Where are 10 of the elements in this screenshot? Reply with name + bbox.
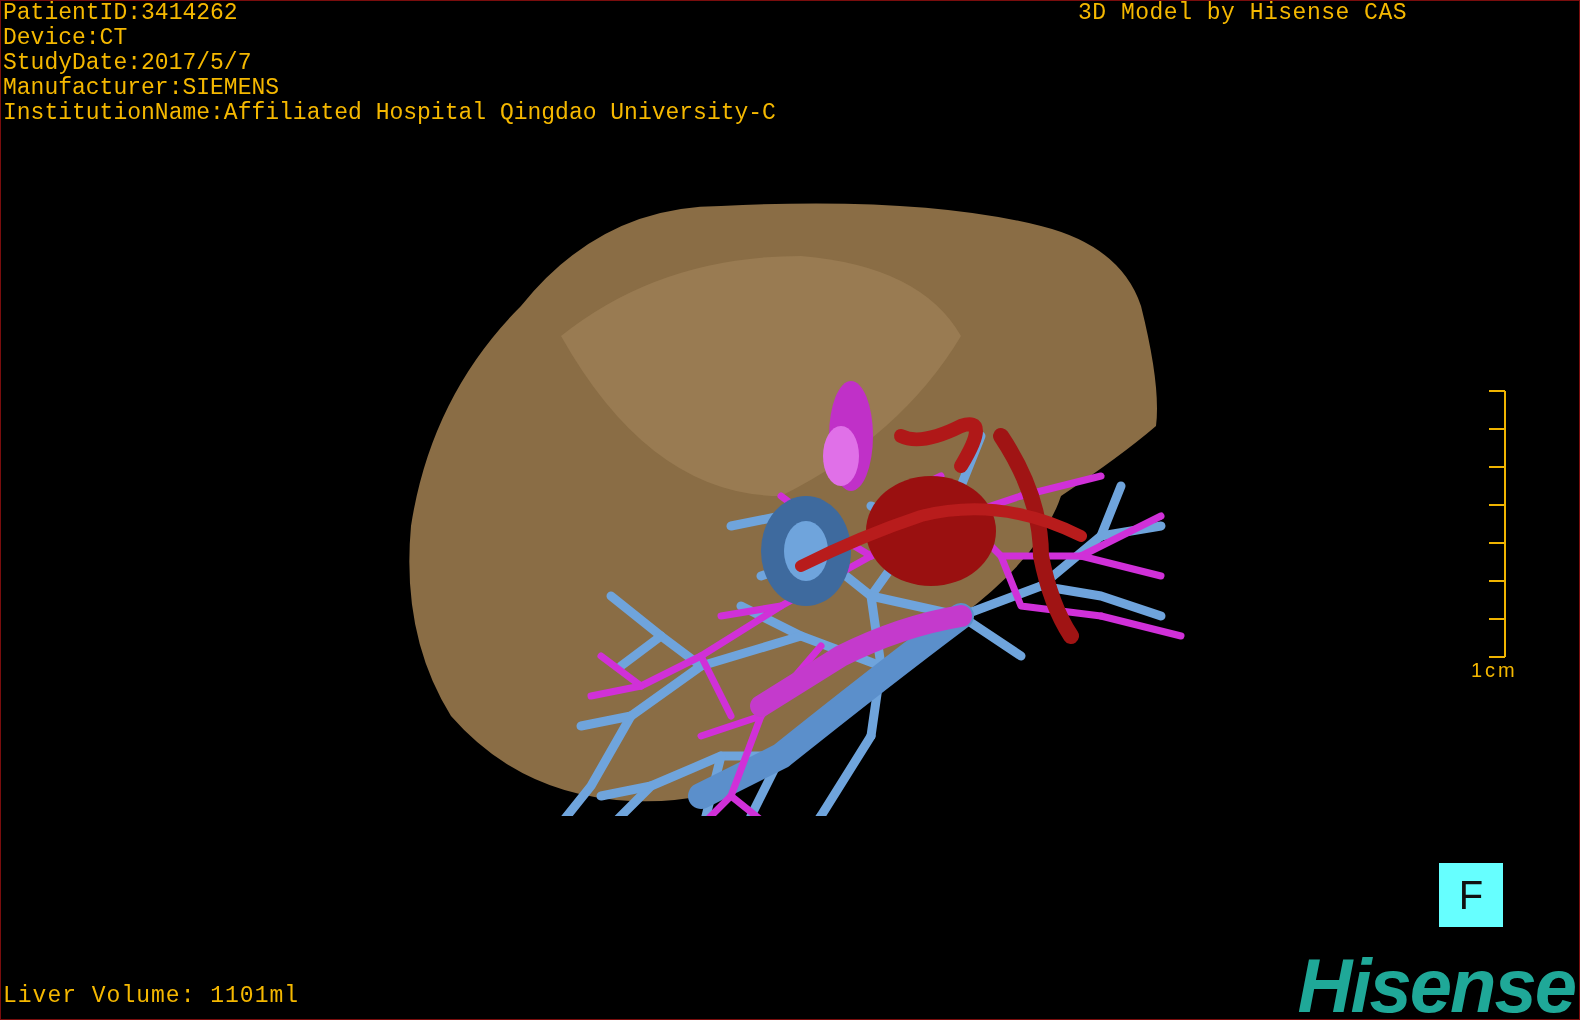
brand-logo: Hisense xyxy=(1297,953,1575,1019)
info-line: Device:CT xyxy=(3,26,129,51)
orientation-button[interactable]: F xyxy=(1439,863,1503,927)
info-line: PatientID:3414262 xyxy=(3,1,239,26)
info-line: StudyDate:2017/5/7 xyxy=(3,51,253,76)
info-line: InstitutionName:Affiliated Hospital Qingdao University-C xyxy=(3,101,776,126)
info-line: Manufacturer:SIEMENS xyxy=(3,76,281,101)
liver-volume: Liver Volume: 1101ml xyxy=(2,984,300,1011)
viewer-title: 3D Model by Hisense CAS xyxy=(1078,1,1407,28)
scale-label: 1cm xyxy=(1471,659,1518,682)
